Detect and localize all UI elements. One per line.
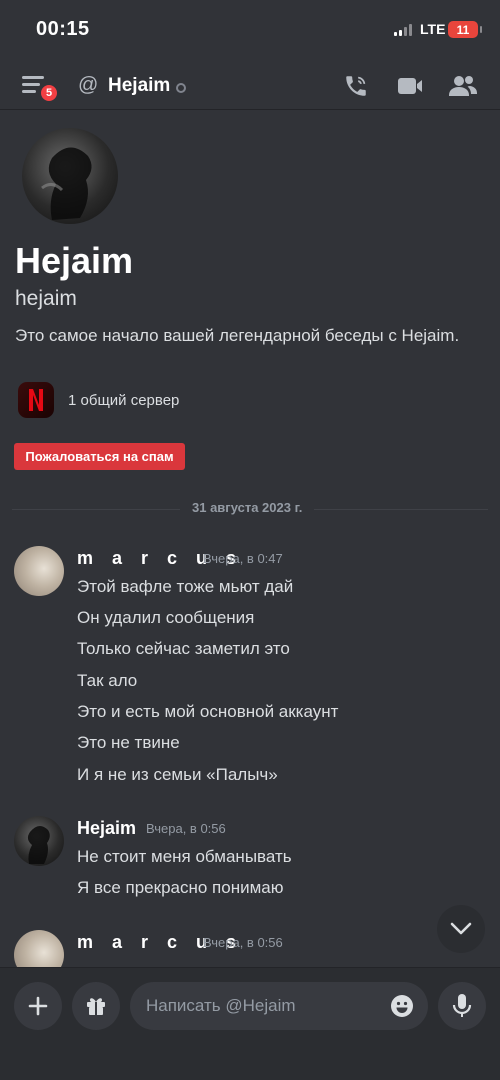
- message-text[interactable]: И я не из семьи «Палыч»: [77, 765, 278, 785]
- profile-avatar[interactable]: [22, 128, 118, 224]
- message-text[interactable]: Не стоит меня обманывать: [77, 847, 292, 867]
- voice-message-button[interactable]: [438, 982, 486, 1030]
- message-input-box[interactable]: [130, 982, 428, 1030]
- call-button[interactable]: [341, 72, 371, 100]
- message-text[interactable]: Я все прекрасно понимаю: [77, 878, 283, 898]
- profile-display-name: Hejaim: [15, 240, 134, 281]
- message-timestamp: Вчера, в 0:47: [203, 551, 283, 566]
- attach-button[interactable]: [14, 982, 62, 1030]
- avatar[interactable]: [14, 546, 64, 596]
- status-bar: 00:15 LTE 11: [0, 0, 500, 60]
- message-text[interactable]: Только сейчас заметил это: [77, 639, 290, 659]
- conversation-intro-text: Это самое начало вашей легендарной бесед…: [15, 326, 460, 345]
- message-timestamp: Вчера, в 0:56: [203, 935, 283, 950]
- offline-status-icon: [176, 83, 186, 93]
- notification-badge: 5: [38, 82, 60, 104]
- plus-icon: [28, 996, 48, 1016]
- avatar[interactable]: [14, 816, 64, 866]
- video-call-button[interactable]: [395, 72, 425, 100]
- phone-call-icon: [346, 76, 366, 96]
- date-divider: 31 августа 2023 г.: [180, 500, 315, 515]
- emoji-icon[interactable]: [390, 994, 414, 1018]
- signal-strength-icon: [394, 24, 412, 36]
- message-composer: [0, 967, 500, 1080]
- report-spam-button[interactable]: Пожаловаться на спам: [14, 443, 185, 470]
- chat-header: 5 @ Hejaim: [0, 62, 500, 110]
- battery-level: 11: [448, 21, 482, 38]
- microphone-icon: [452, 994, 472, 1017]
- message-author[interactable]: Hejaim: [77, 818, 136, 839]
- scroll-to-bottom-button[interactable]: [437, 905, 485, 953]
- mutual-server-icon[interactable]: [18, 382, 54, 418]
- status-time: 00:15: [36, 18, 90, 40]
- message-text[interactable]: Это и есть мой основной аккаунт: [77, 702, 338, 722]
- gift-button[interactable]: [72, 982, 120, 1030]
- gift-icon: [87, 998, 105, 1015]
- chevron-down-icon: [450, 922, 472, 935]
- menu-button[interactable]: 5: [22, 74, 60, 104]
- profile-username: hejaim: [15, 287, 77, 310]
- hamburger-menu-icon: [22, 76, 44, 79]
- message-timestamp: Вчера, в 0:56: [146, 821, 226, 836]
- members-button[interactable]: [448, 72, 478, 100]
- message-input[interactable]: [146, 982, 386, 1030]
- message-text[interactable]: Этой вафле тоже мьют дай: [77, 577, 293, 597]
- at-sign-icon: @: [78, 74, 99, 96]
- mutual-servers-label[interactable]: 1 общий сервер: [68, 392, 179, 409]
- members-icon: [449, 76, 477, 96]
- video-camera-icon: [398, 78, 422, 94]
- message-text[interactable]: Это не твине: [77, 733, 180, 753]
- message-text[interactable]: Он удалил сообщения: [77, 608, 254, 628]
- network-type: LTE: [420, 21, 446, 37]
- message-text[interactable]: Так ало: [77, 671, 137, 691]
- channel-name[interactable]: Hejaim: [108, 75, 170, 97]
